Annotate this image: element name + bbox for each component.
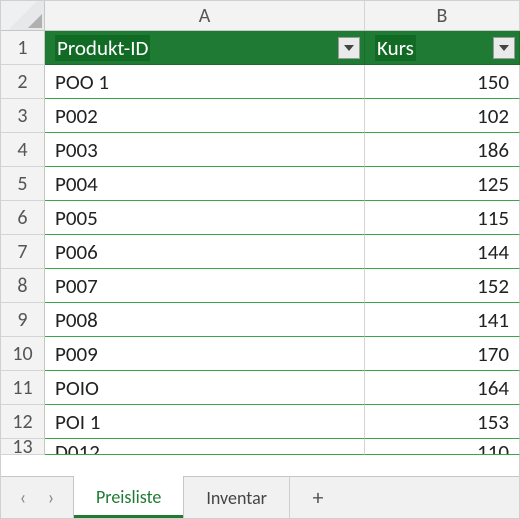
cell[interactable]: 144 <box>365 235 520 269</box>
row-header[interactable]: 1 <box>1 31 45 65</box>
sheet-tab-bar: ‹ › Preisliste Inventar + <box>1 476 519 518</box>
cell[interactable]: POO 1 <box>45 65 365 99</box>
cell[interactable]: 141 <box>365 303 520 337</box>
row-header[interactable]: 8 <box>1 269 45 303</box>
filter-dropdown-icon[interactable] <box>338 37 360 59</box>
sheet-tab-inventar[interactable]: Inventar <box>184 477 290 518</box>
filter-dropdown-icon[interactable] <box>493 37 515 59</box>
row-header[interactable]: 13 <box>1 439 45 455</box>
cell[interactable]: 110 <box>365 439 520 455</box>
row-header[interactable]: 6 <box>1 201 45 235</box>
row-header[interactable]: 4 <box>1 133 45 167</box>
row-header[interactable]: 7 <box>1 235 45 269</box>
cell[interactable]: D012 <box>45 439 365 455</box>
cell[interactable]: 164 <box>365 371 520 405</box>
cell[interactable]: P003 <box>45 133 365 167</box>
table-header-produkt-id[interactable]: Produkt-ID <box>45 31 365 65</box>
cell[interactable]: P006 <box>45 235 365 269</box>
cell[interactable]: 102 <box>365 99 520 133</box>
cell[interactable]: 153 <box>365 405 520 439</box>
col-header-a[interactable]: A <box>45 1 365 31</box>
row-header[interactable]: 3 <box>1 99 45 133</box>
select-all-corner[interactable] <box>1 1 45 31</box>
cell[interactable]: 115 <box>365 201 520 235</box>
row-header[interactable]: 11 <box>1 371 45 405</box>
row-header[interactable]: 12 <box>1 405 45 439</box>
table-header-kurs[interactable]: Kurs <box>365 31 520 65</box>
cell[interactable]: P007 <box>45 269 365 303</box>
tab-prev-icon[interactable]: ‹ <box>13 486 33 510</box>
row-header[interactable]: 2 <box>1 65 45 99</box>
spreadsheet-grid: A B 1 Produkt-ID Kurs 2 POO 1 150 3 P002… <box>1 1 519 455</box>
cell[interactable]: POI 1 <box>45 405 365 439</box>
cell[interactable]: POIO <box>45 371 365 405</box>
cell[interactable]: 152 <box>365 269 520 303</box>
sheet-tab-preisliste[interactable]: Preisliste <box>73 476 184 518</box>
cell[interactable]: 170 <box>365 337 520 371</box>
cell[interactable]: P004 <box>45 167 365 201</box>
cell[interactable]: 125 <box>365 167 520 201</box>
row-header[interactable]: 5 <box>1 167 45 201</box>
cell[interactable]: P008 <box>45 303 365 337</box>
cell[interactable]: P009 <box>45 337 365 371</box>
table-header-label: Kurs <box>375 35 416 61</box>
col-header-b[interactable]: B <box>365 1 520 31</box>
row-header[interactable]: 9 <box>1 303 45 337</box>
add-sheet-button[interactable]: + <box>290 477 346 518</box>
row-header[interactable]: 10 <box>1 337 45 371</box>
tab-next-icon[interactable]: › <box>41 486 61 510</box>
cell[interactable]: P002 <box>45 99 365 133</box>
table-header-label: Produkt-ID <box>55 35 150 61</box>
cell[interactable]: 150 <box>365 65 520 99</box>
tab-nav: ‹ › <box>1 477 73 518</box>
cell[interactable]: 186 <box>365 133 520 167</box>
cell[interactable]: P005 <box>45 201 365 235</box>
